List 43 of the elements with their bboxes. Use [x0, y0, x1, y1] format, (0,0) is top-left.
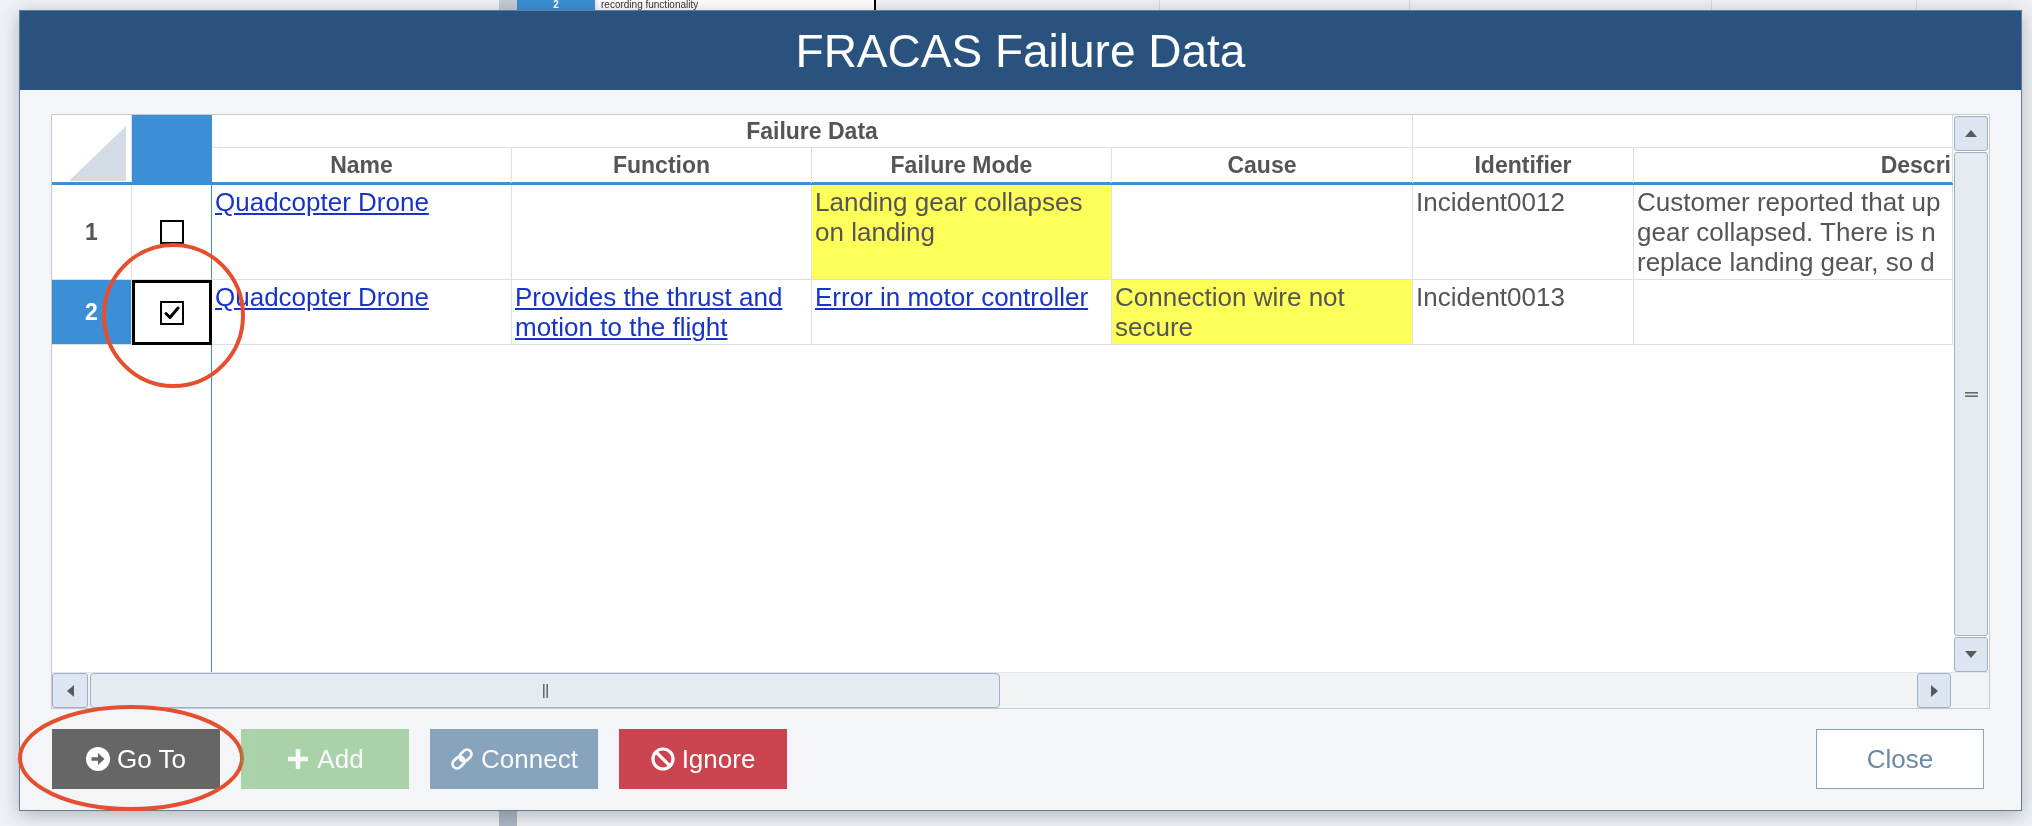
- column-group-header: Failure Data: [212, 115, 1413, 147]
- triangle-right-icon: [1930, 684, 1938, 697]
- checkmark-icon: [164, 305, 180, 320]
- close-button[interactable]: Close: [1816, 729, 1984, 789]
- row-checkbox[interactable]: [159, 220, 184, 244]
- scroll-up-button[interactable]: [1954, 116, 1988, 151]
- sheet-divider-bar: [499, 0, 517, 10]
- scroll-left-button[interactable]: [52, 673, 88, 708]
- row-number[interactable]: 2: [517, 0, 595, 10]
- dialog-title: FRACAS Failure Data: [795, 23, 1246, 78]
- grip-icon: [1964, 391, 1978, 397]
- cell-link[interactable]: Error in motor controller: [815, 282, 1089, 312]
- ignore-button[interactable]: Ignore: [619, 729, 787, 789]
- row-checkbox[interactable]: [160, 300, 184, 325]
- table-cell: Customer reported that up gear collapsed. There is n replace landing gear, so d: [1634, 185, 1953, 280]
- scroll-down-button[interactable]: [1954, 637, 1988, 672]
- column-header[interactable]: Name: [212, 148, 512, 183]
- column-header[interactable]: Descri: [1634, 148, 1953, 183]
- go-to-button[interactable]: Go To: [52, 729, 220, 789]
- arrow-circle-icon: [86, 747, 111, 771]
- cell-link[interactable]: Provides the thrust and motion to the flight: [515, 282, 808, 342]
- table-cell: Incident0012: [1413, 185, 1634, 280]
- sheet-divider-bar: [499, 811, 517, 826]
- table-cell: Landing gear collapses on landing: [812, 185, 1112, 280]
- scrollbar-thumb[interactable]: [1954, 152, 1988, 636]
- scrollbar-thumb[interactable]: [90, 673, 1000, 708]
- table-cell: Connection wire not secure: [1112, 280, 1413, 345]
- plus-icon: [286, 747, 311, 771]
- triangle-left-icon: [66, 684, 74, 697]
- triangle-down-icon: [1965, 651, 1977, 658]
- table-cell: Incident0013: [1413, 280, 1634, 345]
- row-number[interactable]: 1: [52, 185, 132, 280]
- grip-icon: [542, 683, 548, 698]
- triangle-up-icon: [1965, 130, 1977, 137]
- scroll-right-button[interactable]: [1917, 673, 1951, 708]
- column-header[interactable]: Identifier: [1413, 148, 1634, 183]
- column-header[interactable]: Cause: [1112, 148, 1413, 183]
- cell-link[interactable]: Quadcopter Drone: [215, 187, 429, 217]
- column-header[interactable]: Function: [512, 148, 812, 183]
- ban-icon: [650, 747, 675, 771]
- focused-cell-frame[interactable]: [132, 280, 212, 345]
- link-chain-icon: [450, 747, 475, 771]
- column-header[interactable]: Failure Mode: [812, 148, 1112, 183]
